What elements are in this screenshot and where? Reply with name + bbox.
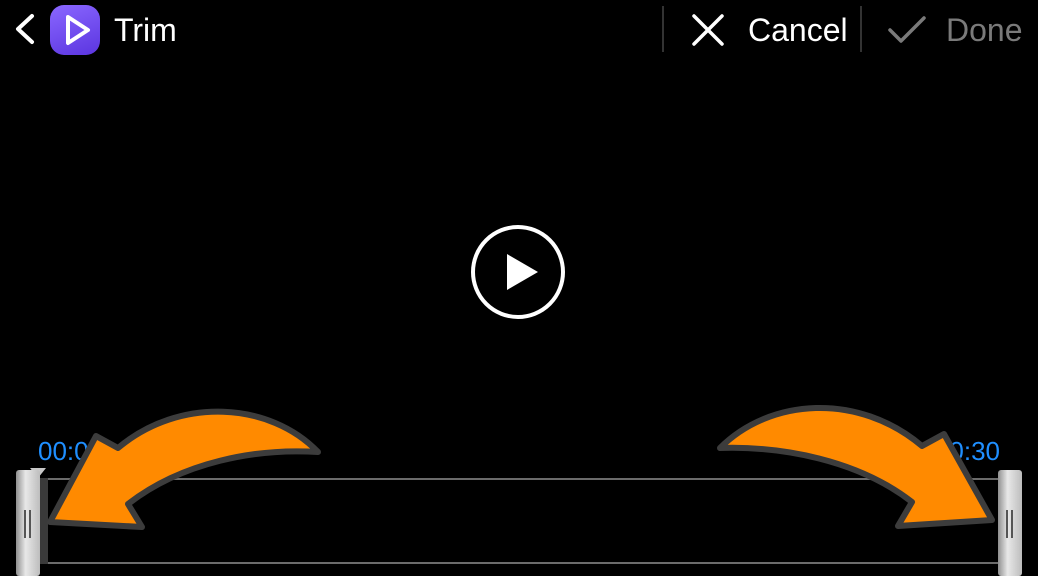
trim-timeline[interactable] <box>40 478 1000 564</box>
play-icon <box>471 225 565 319</box>
handle-grip-icon <box>29 510 31 538</box>
trim-start-time: 00:00 <box>38 436 104 466</box>
trim-end-handle[interactable] <box>998 470 1022 576</box>
back-button[interactable] <box>10 12 40 46</box>
timeline-top-border <box>40 478 1000 480</box>
handle-grip-icon <box>1006 510 1008 538</box>
cancel-button[interactable]: Cancel <box>666 0 860 60</box>
toolbar-divider <box>662 6 664 52</box>
timeline-bottom-border <box>40 562 1000 564</box>
cancel-label: Cancel <box>748 12 848 48</box>
done-label: Done <box>946 12 1023 48</box>
handle-grip-icon <box>24 510 26 538</box>
back-arrow-icon <box>16 14 34 44</box>
toolbar-divider <box>860 6 862 52</box>
trim-start-handle[interactable] <box>16 470 40 576</box>
close-icon <box>692 14 724 46</box>
handle-grip-icon <box>1011 510 1013 538</box>
play-button[interactable] <box>469 223 567 321</box>
top-bar: Trim Cancel Done <box>0 0 1038 60</box>
play-triangle-icon <box>66 15 90 45</box>
done-button[interactable]: Done <box>864 0 1038 60</box>
video-editor-app-icon <box>50 5 100 55</box>
trim-end-time: 00:30 <box>934 436 1000 466</box>
page-title: Trim <box>114 12 177 48</box>
checkmark-icon <box>888 16 926 43</box>
